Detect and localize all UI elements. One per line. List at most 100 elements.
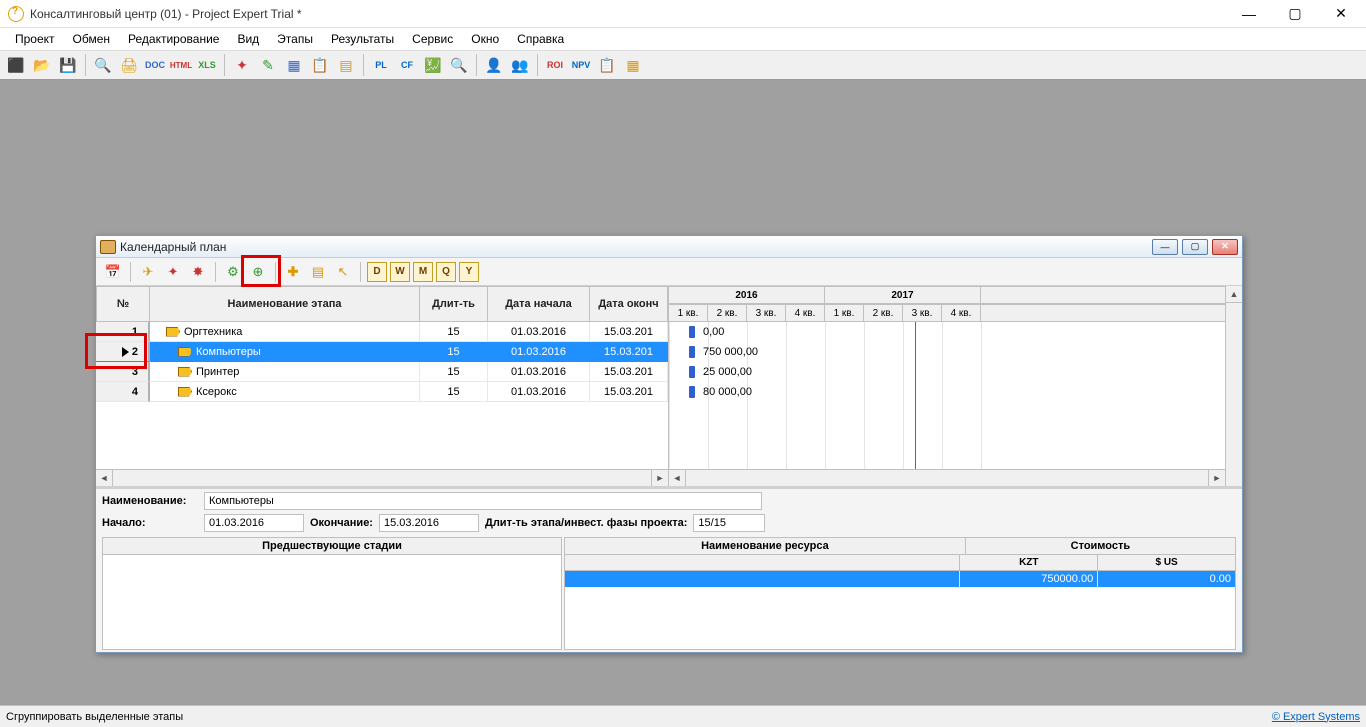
chart2-icon[interactable]: 🔍 <box>447 53 471 77</box>
gantt-bar[interactable] <box>689 326 695 338</box>
menu-Вид[interactable]: Вид <box>228 29 268 49</box>
quarter-header[interactable]: 4 кв. <box>942 304 981 322</box>
period-y-button[interactable]: Y <box>459 262 479 282</box>
period-m-button[interactable]: M <box>413 262 433 282</box>
quarter-header[interactable]: 3 кв. <box>747 304 786 322</box>
menubar: ПроектОбменРедактированиеВидЭтапыРезульт… <box>0 28 1366 50</box>
h-scrollbar-right[interactable]: ◄► <box>669 469 1225 486</box>
close-button[interactable]: ✕ <box>1318 0 1364 28</box>
year-header[interactable]: 2017 <box>825 286 981 304</box>
gantt-bar[interactable] <box>689 386 695 398</box>
col-dur[interactable]: Длит-ть <box>420 286 488 322</box>
ct-group1-icon[interactable]: ⚙ <box>222 261 244 283</box>
gantt-row[interactable]: 0,00 <box>669 322 1242 342</box>
gantt-row[interactable]: 80 000,00 <box>669 382 1242 402</box>
cf-icon[interactable]: CF <box>395 53 419 77</box>
ct-link2-icon[interactable]: ✦ <box>162 261 184 283</box>
name-field[interactable]: Компьютеры <box>204 492 762 510</box>
expert-systems-link[interactable]: © Expert Systems <box>1272 711 1360 723</box>
dur-field[interactable]: 15/15 <box>693 514 765 532</box>
menu-Редактирование[interactable]: Редактирование <box>119 29 228 49</box>
npv-icon[interactable]: NPV <box>569 53 593 77</box>
child-titlebar[interactable]: Календарный план — ▢ ✕ <box>96 236 1242 258</box>
preview-icon[interactable]: 🔍 <box>91 53 115 77</box>
col-end[interactable]: Дата оконч <box>590 286 668 322</box>
menu-Результаты[interactable]: Результаты <box>322 29 403 49</box>
gantt-label: 750 000,00 <box>703 346 758 358</box>
menu-Справка[interactable]: Справка <box>508 29 573 49</box>
gantt-bar[interactable] <box>689 346 695 358</box>
table-row[interactable]: 2Компьютеры1501.03.201615.03.201 <box>96 342 668 362</box>
child-title: Календарный план <box>120 240 1152 254</box>
ct-link1-icon[interactable]: ✈ <box>137 261 159 283</box>
chart1-icon[interactable]: 💹 <box>421 53 445 77</box>
child-maximize-button[interactable]: ▢ <box>1182 239 1208 255</box>
ct-pointer2-icon[interactable]: ▤ <box>307 261 329 283</box>
open-icon[interactable]: 📂 <box>30 53 54 77</box>
tool-3-icon[interactable]: ▦ <box>282 53 306 77</box>
prev-stages-table[interactable]: Предшествующие стадии <box>102 537 562 650</box>
usd-header: $ US <box>1098 555 1235 570</box>
minimize-button[interactable]: — <box>1226 0 1272 28</box>
period-q-button[interactable]: Q <box>436 262 456 282</box>
tool-5-icon[interactable]: ▤ <box>334 53 358 77</box>
period-d-button[interactable]: D <box>367 262 387 282</box>
calc-icon[interactable]: ▦ <box>621 53 645 77</box>
gantt-label: 0,00 <box>703 326 724 338</box>
tool-1-icon[interactable]: ✦ <box>230 53 254 77</box>
period-w-button[interactable]: W <box>390 262 410 282</box>
ct-group2-icon[interactable]: ⊕ <box>247 261 269 283</box>
table-row[interactable]: 4Ксерокс1501.03.201615.03.201 <box>96 382 668 402</box>
table-row[interactable]: 1Оргтехника1501.03.201615.03.201 <box>96 322 668 342</box>
ct-add-icon[interactable]: ✚ <box>282 261 304 283</box>
quarter-header[interactable]: 4 кв. <box>786 304 825 322</box>
maximize-button[interactable]: ▢ <box>1272 0 1318 28</box>
tool-4-icon[interactable]: 📋 <box>308 53 332 77</box>
task-icon <box>178 367 192 377</box>
gantt-bar[interactable] <box>689 366 695 378</box>
menu-Окно[interactable]: Окно <box>462 29 508 49</box>
menu-Сервис[interactable]: Сервис <box>403 29 462 49</box>
save-icon[interactable]: 💾 <box>56 53 80 77</box>
menu-Проект[interactable]: Проект <box>6 29 64 49</box>
quarter-header[interactable]: 2 кв. <box>708 304 747 322</box>
col-num[interactable]: № <box>96 286 150 322</box>
ct-link3-icon[interactable]: ✸ <box>187 261 209 283</box>
table-row[interactable]: 3Принтер1501.03.201615.03.201 <box>96 362 668 382</box>
user2-icon[interactable]: 👥 <box>508 53 532 77</box>
gantt-row[interactable]: 750 000,00 <box>669 342 1242 362</box>
ct-cursor-icon[interactable]: ↖ <box>332 261 354 283</box>
pl-icon[interactable]: PL <box>369 53 393 77</box>
html-icon[interactable]: HTML <box>169 53 193 77</box>
quarter-header[interactable]: 2 кв. <box>864 304 903 322</box>
doc-icon[interactable]: DOC <box>143 53 167 77</box>
menu-Обмен[interactable]: Обмен <box>64 29 120 49</box>
col-name[interactable]: Наименование этапа <box>150 286 420 322</box>
menu-Этапы[interactable]: Этапы <box>268 29 322 49</box>
new-icon[interactable]: ⬛ <box>4 53 28 77</box>
h-scrollbar-left[interactable]: ◄► <box>96 469 668 486</box>
clip-icon[interactable]: 📋 <box>595 53 619 77</box>
resource-row[interactable]: 750000.00 0.00 <box>565 571 1235 587</box>
roi-icon[interactable]: ROI <box>543 53 567 77</box>
start-field[interactable]: 01.03.2016 <box>204 514 304 532</box>
child-close-button[interactable]: ✕ <box>1212 239 1238 255</box>
user1-icon[interactable]: 👤 <box>482 53 506 77</box>
gantt-body[interactable]: 0,00 750 000,00 25 000,0080 000,00 <box>669 322 1242 486</box>
v-scrollbar[interactable]: ▲ <box>1225 286 1242 486</box>
ct-calendar-icon[interactable]: 📅 <box>102 261 124 283</box>
tool-2-icon[interactable]: ✎ <box>256 53 280 77</box>
quarter-header[interactable]: 1 кв. <box>825 304 864 322</box>
resources-table[interactable]: Наименование ресурса Стоимость KZT $ US … <box>564 537 1236 650</box>
task-table: № Наименование этапа Длит-ть Дата начала… <box>96 286 669 486</box>
child-minimize-button[interactable]: — <box>1152 239 1178 255</box>
print-icon[interactable]: 🖨 <box>117 53 141 77</box>
status-text: Сгруппировать выделенные этапы <box>6 711 183 723</box>
quarter-header[interactable]: 3 кв. <box>903 304 942 322</box>
quarter-header[interactable]: 1 кв. <box>669 304 708 322</box>
xls-icon[interactable]: XLS <box>195 53 219 77</box>
col-start[interactable]: Дата начала <box>488 286 590 322</box>
end-field[interactable]: 15.03.2016 <box>379 514 479 532</box>
year-header[interactable]: 2016 <box>669 286 825 304</box>
gantt-row[interactable]: 25 000,00 <box>669 362 1242 382</box>
